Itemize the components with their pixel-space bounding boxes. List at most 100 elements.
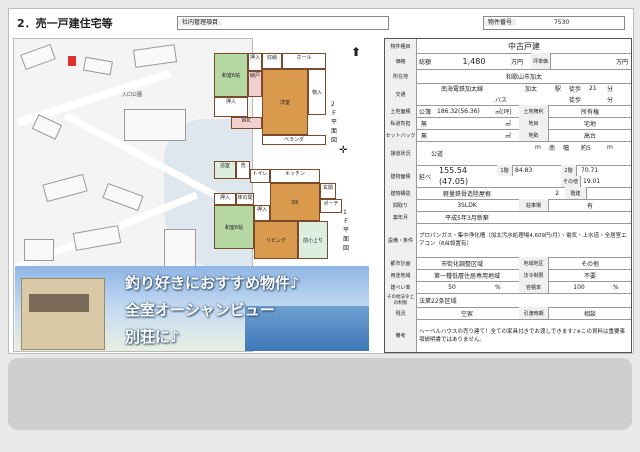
room: 洋室 [262,69,308,135]
spec-row-remarks: 備考 ヘーベルハウスの売り建て！全ての家具付きでお渡しできます♪※この資料は重要… [385,319,631,352]
coverage-label: 建ぺい率 [385,281,417,293]
private-road-unit: ㎡ [505,120,512,128]
spec-table: 物件種目 中古戸建 価格 総額 1,480 万円 坪単価 万円 所在地 和歌山市… [384,38,632,353]
compass-rose-icon: ✛ [339,145,348,156]
terrain-value: 高台 [583,132,596,140]
price-label: 価格 [385,53,417,69]
room: 収納 [262,53,282,69]
land-right-label: 土地権利 [519,105,549,117]
room: 押入 [214,193,236,205]
layout-label: 間取り [385,199,417,211]
room: 和室6帖 [214,53,248,97]
layout-value: 3SLDK [457,201,477,209]
road-type: 公道 [431,150,444,158]
address-label: 所在地 [385,69,417,83]
built-label: 築年月 [385,211,417,223]
restriction-value: 不要 [583,272,596,280]
road-width-unit: m [607,143,613,151]
road-width-label: 幅 [563,144,570,152]
remarks-label: 備考 [385,319,417,352]
map-block [31,114,63,140]
spec-row-road: 接道状況 公道 m 南 幅 約5 m [385,141,631,166]
status-value: 空家 [460,310,473,318]
map-block [72,225,122,251]
map-block [102,182,144,212]
floor2-label: 2階 [561,165,577,176]
address-value: 和歌山市加太 [505,73,542,81]
floor1-label: 1階 [497,165,513,176]
room: 納戸 [248,71,262,97]
equipment-label: 設備・条件 [385,223,417,257]
room: リビング [254,221,298,259]
price-value: 1,480 [462,56,486,66]
room: DK [270,183,320,221]
minute-unit-2: 分 [607,97,614,104]
map-block [132,44,178,68]
room: 物入 [308,69,326,115]
line-value: 南海電鉄加太線 [441,86,484,93]
room: ポーチ [320,199,342,213]
room: 浴室 [214,161,236,179]
road-width-value: 約5 [581,144,591,152]
structure-label: 建物構造 [385,187,417,199]
bus-label: バス [495,97,508,104]
land-area-label: 土地面積 [385,105,417,117]
building-area-prefix: 延べ [419,173,432,181]
property-number-value: 7530 [553,19,570,26]
type-value: 中古戸建 [508,41,540,51]
coverage-unit: % [495,283,501,291]
land-area-prefix: 公簿 [419,108,432,116]
room: ベランダ [262,135,326,145]
setback-label: セットバック [385,129,417,141]
handover-label: 引渡時期 [519,307,549,319]
room: トイレ [250,169,270,183]
private-road-label: 私道負担 [385,117,417,129]
walk-label: 徒歩 [569,86,582,93]
tsubo-label: 坪単価 [531,53,551,69]
property-number-box: 物件番号 7530 [483,16,625,30]
land-area-unit: ㎡(坪) [495,108,512,116]
property-location-marker [68,56,76,66]
management-label: 社内管理項目 [178,19,223,26]
walk-minutes: 21 [589,85,597,92]
property-number-label: 物件番号 [484,19,517,26]
city-plan-label: 都市計画 [385,257,417,269]
restriction-label: 法令制限 [519,269,549,281]
other-area-label: その他 [561,176,581,187]
map-block [24,239,54,261]
second-floor-label: 2Ｆ平面図 [331,101,338,144]
road-label: 接道状況 [385,141,417,165]
room: キッチン [270,169,320,183]
sheet-title: 2．売一戸建住宅等 [17,17,113,30]
spec-row-building-area: 建物面積 延べ 155.54 (47.05) 1階 84.83 2階 70.71… [385,165,631,188]
city-plan-value: 市街化調整区域 [440,260,483,268]
land-area-value: 186.32(56.36) [437,107,480,115]
room: ホール [282,53,326,69]
far-label: 容積率 [519,281,549,293]
floors-label: 階建 [565,187,587,199]
map-block [124,109,186,141]
setback-unit: ㎡ [505,132,512,140]
walk2-label: 徒歩 [569,97,582,104]
map-block [42,173,88,203]
far-unit: % [613,283,619,291]
north-arrow-icon: ⬆ [351,45,362,59]
road-direction: 南 [549,144,556,152]
zoning-label: 用途地域 [385,269,417,281]
district-value: その他 [580,260,599,268]
management-box: 社内管理項目 [177,16,389,30]
room: 前小上り [298,221,328,259]
parking-value: 有 [586,202,593,210]
built-value: 平成5年3月新築 [445,214,489,222]
price-prefix: 総額 [419,58,432,66]
tsubo-unit: 万円 [615,58,628,66]
parking-label: 駐車場 [519,199,549,211]
far-value: 100 [573,283,585,291]
spec-row-legal: その他法令上の制限 法第22条区域 [385,293,631,308]
floor1-value: 84.83 [515,167,533,174]
traffic-label: 交通 [385,83,417,105]
handover-value: 相談 [583,310,596,318]
coverage-value: 50 [448,283,456,291]
zoning-value: 第一種低層住居専用地域 [433,272,500,280]
house-window [29,294,89,312]
